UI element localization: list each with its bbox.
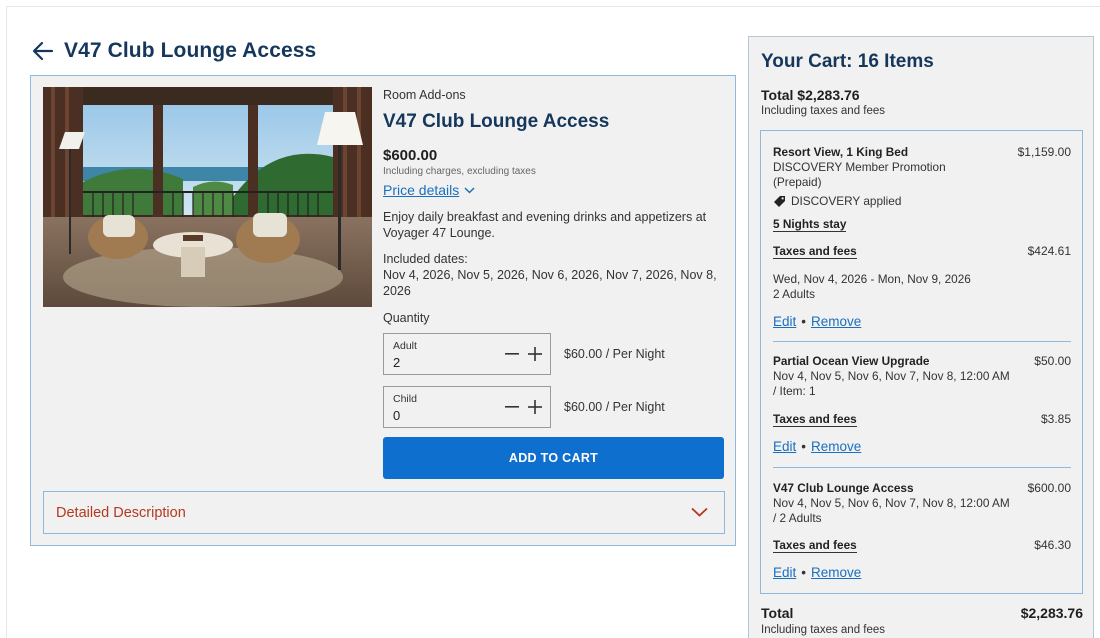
- taxes-label[interactable]: Taxes and fees: [773, 244, 857, 259]
- child-value[interactable]: 0: [393, 408, 400, 423]
- divider: [773, 341, 1071, 342]
- separator-dot: •: [801, 565, 806, 580]
- child-quantity-stepper: Child 0: [383, 386, 551, 428]
- cart-panel: Your Cart: 16 Items Total $2,283.76 Incl…: [748, 36, 1094, 638]
- page-header: V47 Club Lounge Access: [30, 36, 316, 66]
- product-info: Room Add-ons V47 Club Lounge Access $600…: [383, 88, 725, 428]
- detailed-description-toggle[interactable]: Detailed Description: [43, 491, 725, 534]
- cart-item-price: $1,159.00: [1017, 145, 1071, 159]
- child-minus-icon[interactable]: [502, 395, 522, 419]
- detailed-description-label: Detailed Description: [56, 504, 186, 521]
- item-actions: Edit • Remove: [773, 314, 1071, 329]
- adult-plus-icon[interactable]: [525, 342, 545, 366]
- item-actions: Edit • Remove: [773, 439, 1071, 454]
- cart-item-upgrade: Partial Ocean View Upgrade $50.00 Nov 4,…: [773, 354, 1071, 399]
- cart-item-lounge: V47 Club Lounge Access $600.00 Nov 4, No…: [773, 481, 1071, 526]
- lounge-photo: [43, 87, 372, 307]
- cart-item-subtitle: DISCOVERY Member Promotion (Prepaid): [773, 160, 946, 189]
- cart-item-room: Resort View, 1 King Bed $1,159.00 DISCOV…: [773, 145, 1071, 209]
- separator-dot: •: [801, 314, 806, 329]
- taxes-label[interactable]: Taxes and fees: [773, 538, 857, 553]
- taxes-row: Taxes and fees $3.85: [773, 412, 1071, 427]
- tag-icon: [773, 195, 786, 208]
- edit-link[interactable]: Edit: [773, 314, 796, 329]
- cart-total-label: Total: [761, 605, 794, 621]
- page-title: V47 Club Lounge Access: [64, 39, 317, 62]
- stay-dates: Wed, Nov 4, 2026 - Mon, Nov 9, 2026 2 Ad…: [773, 272, 1071, 302]
- adult-quantity-stepper: Adult 2: [383, 333, 551, 375]
- separator-dot: •: [801, 439, 806, 454]
- adult-value[interactable]: 2: [393, 355, 400, 370]
- chevron-down-icon: [464, 186, 475, 194]
- adult-price: $60.00 / Per Night: [564, 347, 665, 361]
- cart-item-name: V47 Club Lounge Access: [773, 481, 914, 495]
- cart-items-list: Resort View, 1 King Bed $1,159.00 DISCOV…: [760, 130, 1083, 594]
- item-actions: Edit • Remove: [773, 565, 1071, 580]
- taxes-row: Taxes and fees $46.30: [773, 538, 1071, 553]
- cart-item-details: Nov 4, Nov 5, Nov 6, Nov 7, Nov 8, 12:00…: [773, 369, 1010, 398]
- product-name: V47 Club Lounge Access: [383, 111, 610, 132]
- divider: [773, 467, 1071, 468]
- nights-stay[interactable]: 5 Nights stay: [773, 217, 847, 232]
- product-price: $600.00: [383, 147, 438, 164]
- taxes-row: Taxes and fees $424.61: [773, 244, 1071, 259]
- edit-link[interactable]: Edit: [773, 565, 796, 580]
- included-dates-label: Included dates:: [383, 252, 468, 266]
- quantity-label: Quantity: [383, 311, 430, 325]
- price-note: Including charges, excluding taxes: [383, 166, 536, 177]
- stay-guests: 2 Adults: [773, 287, 815, 301]
- add-to-cart-button[interactable]: ADD TO CART: [383, 437, 724, 479]
- adult-minus-icon[interactable]: [502, 342, 522, 366]
- promo-tag-label: DISCOVERY applied: [791, 194, 902, 208]
- cart-total-top: Total $2,283.76: [761, 87, 860, 103]
- product-card: Room Add-ons V47 Club Lounge Access $600…: [30, 75, 736, 546]
- adult-quantity-row: Adult 2 $60.00 / Per Night: [383, 333, 725, 375]
- arrow-left-icon[interactable]: [30, 38, 56, 64]
- cart-total-bottom-note: Including taxes and fees: [761, 624, 886, 636]
- category-label: Room Add-ons: [383, 88, 466, 102]
- price-details-link[interactable]: Price details: [383, 181, 475, 199]
- cart-total-value: $2,283.76: [1020, 605, 1083, 621]
- taxes-value: $424.61: [1027, 244, 1071, 258]
- cart-item-price: $50.00: [1034, 354, 1071, 368]
- chevron-down-icon: [691, 504, 708, 522]
- cart-item-name: Partial Ocean View Upgrade: [773, 354, 930, 368]
- promo-tag: DISCOVERY applied: [773, 194, 1071, 209]
- adult-label: Adult: [393, 340, 417, 352]
- taxes-value: $46.30: [1034, 538, 1071, 552]
- cart-item-price: $600.00: [1027, 481, 1071, 495]
- page-top-border: [6, 6, 1100, 7]
- child-price: $60.00 / Per Night: [564, 400, 665, 414]
- edit-link[interactable]: Edit: [773, 439, 796, 454]
- child-plus-icon[interactable]: [525, 395, 545, 419]
- child-label: Child: [393, 393, 417, 405]
- cart-total-bottom: Total $2,283.76: [761, 605, 1083, 621]
- cart-total-note: Including taxes and fees: [761, 105, 886, 117]
- included-dates: Nov 4, 2026, Nov 5, 2026, Nov 6, 2026, N…: [383, 268, 717, 298]
- child-quantity-row: Child 0 $60.00 / Per Night: [383, 386, 725, 428]
- remove-link[interactable]: Remove: [811, 439, 861, 454]
- taxes-label[interactable]: Taxes and fees: [773, 412, 857, 427]
- product-description: Enjoy daily breakfast and evening drinks…: [383, 210, 707, 240]
- price-details-label: Price details: [383, 182, 460, 198]
- remove-link[interactable]: Remove: [811, 565, 861, 580]
- cart-item-details: Nov 4, Nov 5, Nov 6, Nov 7, Nov 8, 12:00…: [773, 496, 1010, 525]
- stay-dates-label: Wed, Nov 4, 2026 - Mon, Nov 9, 2026: [773, 272, 971, 286]
- remove-link[interactable]: Remove: [811, 314, 861, 329]
- nights-stay-row: 5 Nights stay: [773, 217, 1071, 232]
- taxes-value: $3.85: [1040, 412, 1071, 426]
- cart-title: Your Cart: 16 Items: [761, 51, 934, 72]
- page-left-border: [6, 6, 7, 638]
